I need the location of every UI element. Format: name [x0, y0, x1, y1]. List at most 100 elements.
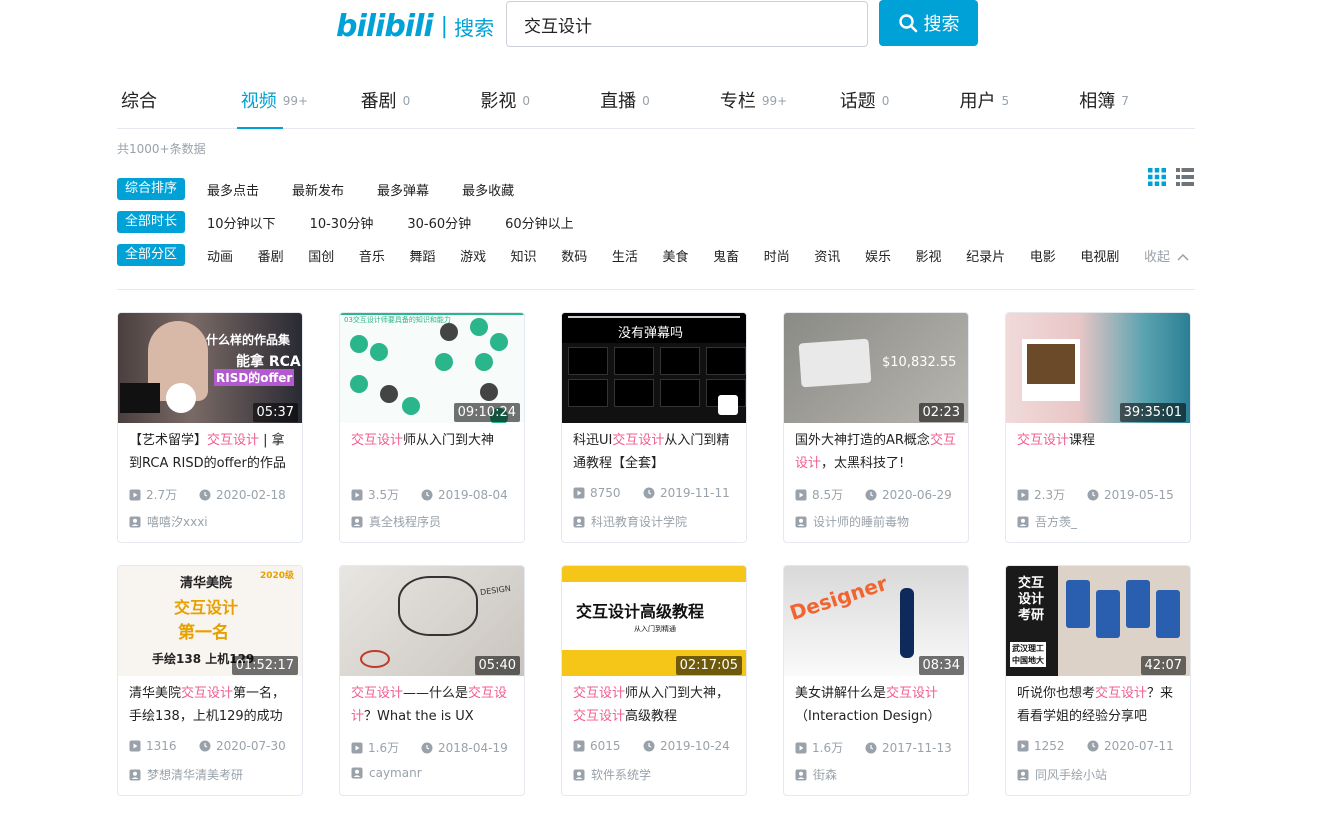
zone-option[interactable]: 国创 — [308, 246, 334, 265]
zone-option[interactable]: 番剧 — [258, 246, 284, 265]
sort-option[interactable]: 最新发布 — [292, 180, 344, 199]
sort-option[interactable]: 最多弹幕 — [377, 180, 429, 199]
title-segment: 交互设计 — [351, 686, 404, 701]
video-title[interactable]: 听说你也想考交互设计？来看看学姐的经验分享吧 — [1017, 683, 1183, 729]
video-card[interactable]: 交互设计高级教程 从入门到精通 02:17:05 交互设计师从入门到大神，交互设计… — [561, 565, 747, 796]
uploader[interactable]: 科迅教育设计学院 — [573, 513, 687, 530]
sort-option[interactable]: 最多收藏 — [462, 180, 514, 199]
uploader[interactable]: 设计师的睡前毒物 — [795, 513, 909, 530]
user-icon — [351, 516, 363, 528]
zone-option[interactable]: 电影 — [1030, 246, 1056, 265]
zone-option[interactable]: 电视剧 — [1080, 246, 1119, 265]
zone-option[interactable]: 动画 — [207, 246, 233, 265]
tab-8[interactable]: 相簿 7 — [1075, 72, 1195, 128]
zone-option[interactable]: 美食 — [663, 246, 689, 265]
zone-option[interactable]: 舞蹈 — [409, 246, 435, 265]
result-count: 共1000+条数据 — [117, 142, 206, 156]
video-card[interactable]: 03交互设计师要具备的知识和能力 09:10:24 交互设计师从入门到大神 3.… — [339, 312, 525, 543]
zone-option[interactable]: 纪录片 — [966, 246, 1005, 265]
video-card[interactable]: 交互 设计 考研 武汉理工 中国地大 42:07 听说你也想考交互设计？来看看学姐的… — [1005, 565, 1191, 796]
zone-option[interactable]: 数码 — [561, 246, 587, 265]
video-thumbnail[interactable]: 交互 设计 考研 武汉理工 中国地大 42:07 — [1006, 566, 1190, 676]
video-thumbnail[interactable]: DESIGN 05:40 — [340, 566, 524, 676]
duration-option[interactable]: 10分钟以下 — [207, 213, 276, 232]
play-count-icon — [573, 487, 585, 499]
thumb-text: 交互 设计 考研 — [1018, 576, 1045, 623]
duration-active-chip[interactable]: 全部时长 — [117, 211, 186, 233]
tab-1[interactable]: 视频 99+ — [236, 72, 357, 129]
zone-option[interactable]: 时尚 — [764, 246, 790, 265]
video-title[interactable]: 交互设计师从入门到大神，交互设计高级教程 — [573, 683, 739, 729]
zone-option[interactable]: 娱乐 — [865, 246, 891, 265]
collapse-button[interactable]: 收起 — [1144, 246, 1189, 265]
title-segment: 科迅UI — [573, 433, 613, 448]
video-thumbnail[interactable]: 39:35:01 — [1006, 313, 1190, 423]
video-duration: 02:17:05 — [675, 656, 742, 675]
clock-icon — [643, 487, 655, 499]
video-thumbnail[interactable]: Designer 08:34 — [784, 566, 968, 676]
bilibili-logo[interactable]: bilibili | 搜索 — [336, 6, 494, 46]
uploader[interactable]: caymanr — [351, 766, 422, 780]
video-title[interactable]: 交互设计师从入门到大神 — [351, 430, 517, 476]
tab-2[interactable]: 番剧 0 — [357, 72, 477, 128]
zone-option[interactable]: 鬼畜 — [713, 246, 739, 265]
play-count: 3.5万 — [368, 488, 400, 502]
uploader[interactable]: 嘻嘻汐xxxi — [129, 513, 208, 530]
tab-count: 0 — [642, 94, 650, 108]
search-input-wrapper[interactable] — [506, 1, 868, 47]
video-thumbnail[interactable]: 03交互设计师要具备的知识和能力 09:10:24 — [340, 313, 524, 423]
video-title[interactable]: 美女讲解什么是交互设计 （Interaction Design） — [795, 683, 961, 729]
video-duration: 08:34 — [918, 656, 964, 675]
zone-option[interactable]: 生活 — [612, 246, 638, 265]
video-thumbnail[interactable]: $10,832.55 02:23 — [784, 313, 968, 423]
video-title[interactable]: 交互设计——什么是交互设计？What the is UX Design — [351, 683, 517, 729]
sort-option[interactable]: 最多点击 — [207, 180, 259, 199]
zone-option[interactable]: 资讯 — [814, 246, 840, 265]
tab-3[interactable]: 影视 0 — [476, 72, 596, 128]
tab-0[interactable]: 综合 — [117, 72, 237, 128]
video-duration: 05:40 — [474, 656, 520, 675]
video-thumbnail[interactable]: 没有弹幕吗 — [562, 313, 746, 423]
video-thumbnail[interactable]: 什么样的作品集 能拿 RCA RISD的offer 05:37 — [118, 313, 302, 423]
duration-option[interactable]: 60分钟以上 — [505, 213, 574, 232]
video-thumbnail[interactable]: 清华美院 2020级 交互设计 第一名 手绘138 上机129 01:52:17 — [118, 566, 302, 676]
search-button[interactable]: 搜索 — [879, 0, 978, 46]
video-card[interactable]: 没有弹幕吗 科迅UI交互设计从入门到精通教程【全套】 8750 2019-11-… — [561, 312, 747, 543]
uploader[interactable]: 吾方羡_ — [1017, 513, 1077, 530]
sort-active-chip[interactable]: 综合排序 — [117, 178, 186, 200]
video-title[interactable]: 清华美院交互设计第一名，手绘138，上机129的成功 — [129, 683, 295, 729]
video-card[interactable]: 39:35:01 交互设计课程 2.3万 2019-05-15 吾方羡_ — [1005, 312, 1191, 543]
search-input[interactable] — [524, 2, 850, 46]
video-title[interactable]: 国外大神打造的AR概念交互设计，太黑科技了! — [795, 430, 961, 476]
uploader[interactable]: 街森 — [795, 766, 837, 783]
uploader[interactable]: 同风手绘小站 — [1017, 766, 1107, 783]
tab-5[interactable]: 专栏 99+ — [716, 72, 836, 128]
zone-option[interactable]: 影视 — [916, 246, 942, 265]
uploader[interactable]: 软件系统学 — [573, 766, 651, 783]
uploader[interactable]: 梦想清华清美考研 — [129, 766, 243, 783]
zone-active-chip[interactable]: 全部分区 — [117, 244, 186, 266]
video-thumbnail[interactable]: 交互设计高级教程 从入门到精通 02:17:05 — [562, 566, 746, 676]
duration-option[interactable]: 30-60分钟 — [407, 213, 471, 232]
video-card[interactable]: $10,832.55 02:23 国外大神打造的AR概念交互设计，太黑科技了! 8… — [783, 312, 969, 543]
grid-view-icon[interactable] — [1148, 168, 1166, 186]
list-view-icon[interactable] — [1176, 168, 1194, 186]
tab-7[interactable]: 用户 5 — [955, 72, 1075, 128]
uploader[interactable]: 真全栈程序员 — [351, 513, 441, 530]
video-title[interactable]: 交互设计课程 — [1017, 430, 1183, 476]
tab-6[interactable]: 话题 0 — [836, 72, 956, 128]
video-card[interactable]: 什么样的作品集 能拿 RCA RISD的offer 05:37 【艺术留学】交互设… — [117, 312, 303, 543]
video-title[interactable]: 科迅UI交互设计从入门到精通教程【全套】 — [573, 430, 739, 476]
logo-separator: | — [440, 13, 449, 39]
video-card[interactable]: DESIGN 05:40 交互设计——什么是交互设计？What the is U… — [339, 565, 525, 796]
tab-4[interactable]: 直播 0 — [596, 72, 716, 128]
zone-option[interactable]: 游戏 — [460, 246, 486, 265]
zone-option[interactable]: 知识 — [511, 246, 537, 265]
thumb-text: 交互设计 — [174, 598, 239, 617]
video-card[interactable]: 清华美院 2020级 交互设计 第一名 手绘138 上机129 01:52:17 … — [117, 565, 303, 796]
duration-option[interactable]: 10-30分钟 — [310, 213, 374, 232]
zone-option[interactable]: 音乐 — [359, 246, 385, 265]
video-title[interactable]: 【艺术留学】交互设计 | 拿到RCA RISD的offer的作品 — [129, 430, 295, 476]
video-card[interactable]: Designer 08:34 美女讲解什么是交互设计 （Interaction D… — [783, 565, 969, 796]
search-icon — [898, 14, 917, 33]
